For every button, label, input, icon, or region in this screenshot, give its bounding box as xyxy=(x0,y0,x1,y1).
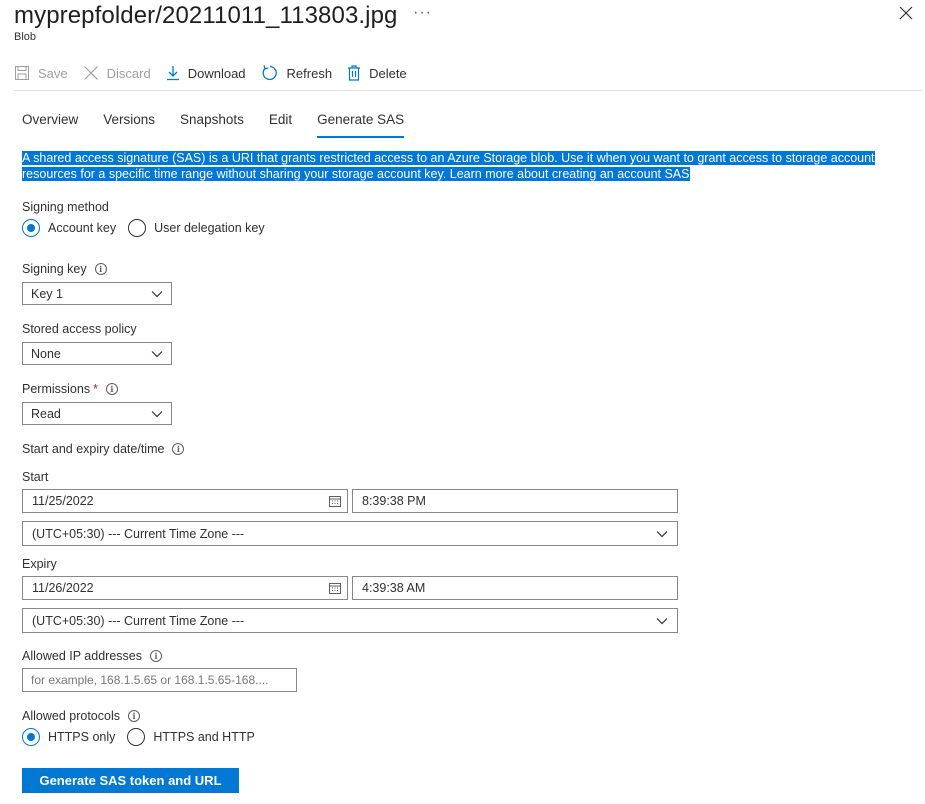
info-icon[interactable]: i xyxy=(172,443,185,455)
start-time-field[interactable]: 8:39:38 PM xyxy=(352,489,678,513)
command-toolbar: Save Discard Download Refresh Delete xyxy=(14,62,422,84)
delete-button[interactable]: Delete xyxy=(347,65,407,81)
tab-generate-sas[interactable]: Generate SAS xyxy=(317,112,405,138)
expiry-date-value: 11/26/2022 xyxy=(32,581,94,595)
required-mark: * xyxy=(93,382,98,396)
radio-https-and-http-dot[interactable] xyxy=(127,728,146,746)
sas-description: A shared access signature (SAS) is a URI… xyxy=(22,150,917,182)
signing-method-label-text: Signing method xyxy=(22,200,109,214)
download-button[interactable]: Download xyxy=(166,65,246,81)
permissions-label: Permissions * i xyxy=(22,382,118,396)
stored-policy-label: Stored access policy xyxy=(22,322,137,336)
permissions-label-text: Permissions xyxy=(22,382,91,396)
refresh-icon xyxy=(262,65,277,81)
signing-key-label-text: Signing key xyxy=(22,262,87,276)
chevron-down-icon xyxy=(151,290,163,297)
discard-button[interactable]: Discard xyxy=(83,65,151,81)
stored-policy-select[interactable]: None xyxy=(22,342,172,365)
sas-description-text: A shared access signature (SAS) is a URI… xyxy=(22,151,875,181)
discard-label: Discard xyxy=(106,65,151,81)
expiry-time-value: 4:39:38 AM xyxy=(362,581,426,595)
allowed-protocols-label-text: Allowed protocols xyxy=(22,709,120,723)
chevron-down-icon xyxy=(656,617,668,624)
start-time-value: 8:39:38 PM xyxy=(362,494,426,508)
start-label: Start xyxy=(22,470,48,484)
start-date-field[interactable]: 11/25/2022 xyxy=(22,489,348,513)
radio-user-delegation-key-dot[interactable] xyxy=(128,219,147,237)
tab-versions[interactable]: Versions xyxy=(103,112,155,134)
expiry-time-field[interactable]: 4:39:38 AM xyxy=(352,576,678,600)
radio-https-and-http-label: HTTPS and HTTP xyxy=(153,730,255,744)
info-icon[interactable]: i xyxy=(149,650,162,662)
generate-sas-button[interactable]: Generate SAS token and URL xyxy=(22,768,239,793)
close-icon[interactable] xyxy=(897,4,915,22)
calendar-icon[interactable] xyxy=(329,582,341,594)
protocols-radio-group: HTTPS only HTTPS and HTTP xyxy=(22,728,267,746)
delete-icon xyxy=(348,65,361,81)
tab-edit[interactable]: Edit xyxy=(269,112,292,134)
save-button[interactable]: Save xyxy=(14,65,68,81)
radio-user-delegation-key[interactable]: User delegation key xyxy=(128,219,265,237)
allowed-ip-label: Allowed IP addresses i xyxy=(22,649,162,663)
chevron-down-icon xyxy=(151,350,163,357)
save-icon xyxy=(15,66,29,80)
calendar-icon[interactable] xyxy=(329,495,341,507)
start-timezone-select[interactable]: (UTC+05:30) --- Current Time Zone --- xyxy=(22,521,678,546)
download-icon xyxy=(166,66,179,81)
page-subtitle: Blob xyxy=(14,31,37,43)
datetime-label: Start and expiry date/time i xyxy=(22,442,185,456)
chevron-down-icon xyxy=(151,410,163,417)
stored-policy-value: None xyxy=(31,346,61,361)
radio-https-only-dot[interactable] xyxy=(22,728,40,746)
signing-method-radio-group: Account key User delegation key xyxy=(22,219,277,237)
radio-https-and-http[interactable]: HTTPS and HTTP xyxy=(127,728,255,746)
tab-bar: Overview Versions Snapshots Edit Generat… xyxy=(22,112,429,138)
toolbar-divider xyxy=(14,90,922,91)
expiry-label-text: Expiry xyxy=(22,557,57,571)
radio-account-key-label: Account key xyxy=(48,221,117,235)
refresh-button[interactable]: Refresh xyxy=(261,64,333,82)
radio-https-only[interactable]: HTTPS only xyxy=(22,728,115,746)
radio-user-delegation-key-label: User delegation key xyxy=(154,221,265,235)
refresh-label: Refresh xyxy=(286,65,333,81)
permissions-value: Read xyxy=(31,406,61,421)
radio-account-key[interactable]: Account key xyxy=(22,219,116,237)
expiry-timezone-select[interactable]: (UTC+05:30) --- Current Time Zone --- xyxy=(22,608,678,633)
expiry-label: Expiry xyxy=(22,557,57,571)
radio-account-key-dot[interactable] xyxy=(22,219,40,237)
delete-label: Delete xyxy=(369,65,407,81)
download-label: Download xyxy=(187,65,246,81)
expiry-date-field[interactable]: 11/26/2022 xyxy=(22,576,348,600)
more-options-icon[interactable]: ··· xyxy=(413,4,432,22)
permissions-select[interactable]: Read xyxy=(22,402,172,425)
start-timezone-value: (UTC+05:30) --- Current Time Zone --- xyxy=(32,526,245,541)
info-icon[interactable]: i xyxy=(94,263,107,275)
save-label: Save xyxy=(38,65,68,81)
signing-key-value: Key 1 xyxy=(31,286,63,301)
signing-key-select[interactable]: Key 1 xyxy=(22,282,172,305)
stored-policy-label-text: Stored access policy xyxy=(22,322,137,336)
info-icon[interactable]: i xyxy=(105,383,118,395)
info-icon[interactable]: i xyxy=(127,710,140,722)
allowed-protocols-label: Allowed protocols i xyxy=(22,709,140,723)
signing-key-label: Signing key i xyxy=(22,262,107,276)
page-title: myprepfolder/20211011_113803.jpg xyxy=(14,2,398,29)
expiry-timezone-value: (UTC+05:30) --- Current Time Zone --- xyxy=(32,613,245,628)
discard-icon xyxy=(83,66,98,80)
tab-snapshots[interactable]: Snapshots xyxy=(180,112,244,134)
start-date-value: 11/25/2022 xyxy=(32,494,94,508)
datetime-label-text: Start and expiry date/time xyxy=(22,442,165,456)
chevron-down-icon xyxy=(656,530,668,537)
start-label-text: Start xyxy=(22,470,49,484)
signing-method-label: Signing method xyxy=(22,200,109,214)
radio-https-only-label: HTTPS only xyxy=(48,730,116,744)
allowed-ip-label-text: Allowed IP addresses xyxy=(22,649,142,663)
allowed-ip-input[interactable] xyxy=(22,668,297,692)
tab-overview[interactable]: Overview xyxy=(22,112,78,134)
